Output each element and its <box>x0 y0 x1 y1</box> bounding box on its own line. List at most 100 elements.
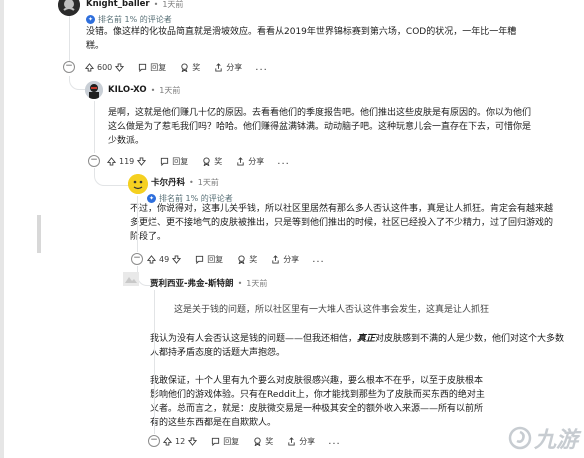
action-bar: 119 回复 奖 分享 ... <box>102 153 294 169</box>
separator: • <box>237 278 243 288</box>
award-button[interactable]: 奖 <box>175 59 205 75</box>
upvote-icon <box>147 254 156 264</box>
action-bar: 600 回复 奖 分享 ... <box>80 59 272 75</box>
avatar[interactable] <box>58 0 80 16</box>
upvote-icon <box>163 436 172 446</box>
comment-body: 不过，你说得对，这事儿关乎钱，所以社区里居然有那么多人否认这件事，真是让人抓狂。… <box>130 204 554 242</box>
separator: • <box>150 85 156 95</box>
collapse-button[interactable]: − <box>88 155 100 167</box>
action-bar: 49 回复 奖 分享 ... <box>142 251 329 267</box>
thread-line[interactable] <box>154 290 155 434</box>
reply-label: 回复 <box>207 254 224 264</box>
quoted-text: 这是关于钱的问题，所以社区里有一大堆人否认这件事会发生，这真是让人抓狂 <box>174 305 490 315</box>
separator: • <box>153 0 159 9</box>
comment-body-paragraph: 我认为没有人会否认这是钱的问题——但我还相信，真正对皮肤感到不满的人是少数，他们… <box>150 332 570 360</box>
left-gutter <box>0 0 4 458</box>
reply-label: 回复 <box>150 62 167 72</box>
vote-count: 600 <box>97 62 113 72</box>
share-icon <box>288 436 295 446</box>
site-watermark: 九游 <box>508 422 578 454</box>
thread-connector <box>94 168 130 186</box>
username[interactable]: Knight_baller <box>86 0 150 9</box>
avatar[interactable] <box>120 268 142 290</box>
award-icon <box>181 62 188 72</box>
share-icon <box>215 62 222 72</box>
upvote-button[interactable]: 600 <box>80 59 129 75</box>
vote-count: 12 <box>175 436 186 446</box>
award-label: 奖 <box>265 436 274 446</box>
watermark-logo-icon <box>508 426 532 450</box>
downvote-icon[interactable] <box>115 62 125 72</box>
comment-body-paragraph: 我敢保证，十个人里有九个要么对皮肤很感兴趣，要么根本不在乎，以至于皮肤根本影响他… <box>150 376 485 428</box>
avatar[interactable] <box>128 174 148 194</box>
paragraph-text: 我认为没有人会否认这是钱的问题——但我还相信， <box>150 334 358 344</box>
award-button[interactable]: 奖 <box>232 251 262 267</box>
reply-label: 回复 <box>172 156 189 166</box>
top-commenter-badge: ✦ 排名前 1% 的评论者 <box>86 13 576 25</box>
share-icon <box>272 254 279 264</box>
more-options-button[interactable]: ... <box>251 62 272 73</box>
downvote-icon[interactable] <box>172 254 182 264</box>
timestamp[interactable]: 1天前 <box>162 0 183 10</box>
timestamp[interactable]: 1天前 <box>198 177 219 188</box>
comment-icon <box>139 63 147 72</box>
more-options-button[interactable]: ... <box>324 436 345 447</box>
award-button[interactable]: 奖 <box>248 433 278 449</box>
username[interactable]: KILO-XO <box>108 85 147 95</box>
vote-count: 49 <box>159 254 170 264</box>
reply-button[interactable]: 回复 <box>206 433 244 449</box>
collapse-button[interactable]: − <box>63 61 75 73</box>
timestamp[interactable]: 1天前 <box>159 85 180 96</box>
award-label: 奖 <box>192 62 201 72</box>
upvote-button[interactable]: 119 <box>102 153 151 169</box>
award-icon <box>254 436 261 446</box>
badge-label: 排名前 1% 的评论者 <box>98 14 172 24</box>
action-bar: 12 回复 奖 分享 ... <box>158 433 345 449</box>
reply-label: 回复 <box>223 436 240 446</box>
downvote-icon[interactable] <box>188 436 198 446</box>
share-button[interactable]: 分享 <box>209 59 247 75</box>
watermark-text: 九游 <box>533 428 578 453</box>
upvote-icon <box>85 62 94 72</box>
award-button[interactable]: 奖 <box>197 153 227 169</box>
share-button[interactable]: 分享 <box>231 153 269 169</box>
thread-connector <box>69 76 85 90</box>
thread-line[interactable] <box>69 16 70 64</box>
award-label: 奖 <box>214 156 223 166</box>
thread-line[interactable] <box>94 101 95 153</box>
share-label: 分享 <box>283 254 300 264</box>
share-button[interactable]: 分享 <box>266 251 304 267</box>
upvote-button[interactable]: 12 <box>158 433 202 449</box>
comment-knight-baller: Knight_baller • 1天前 ✦ 排名前 1% 的评论者 <box>86 0 576 25</box>
award-icon <box>238 254 245 264</box>
separator: • <box>189 177 194 187</box>
comment-icon <box>196 255 204 264</box>
share-button[interactable]: 分享 <box>282 433 320 449</box>
reply-button[interactable]: 回复 <box>155 153 193 169</box>
more-options-button[interactable]: ... <box>308 254 329 265</box>
username[interactable]: 贾利西亚-弗金-斯特朗 <box>150 277 234 289</box>
award-label: 奖 <box>249 254 258 264</box>
comment-icon <box>212 437 220 446</box>
thread-line[interactable] <box>137 196 138 252</box>
comment-icon <box>161 157 169 166</box>
more-options-button[interactable]: ... <box>273 156 294 167</box>
upvote-button[interactable]: 49 <box>142 251 186 267</box>
comment-body: 没错。像这样的化妆品简直就是滑坡效应。看看从2019年世界锦标赛到第六场，COD… <box>86 27 517 51</box>
downvote-icon[interactable] <box>137 156 147 166</box>
badge-icon: ✦ <box>86 14 95 24</box>
share-label: 分享 <box>248 156 265 166</box>
reply-button[interactable]: 回复 <box>190 251 228 267</box>
comment-body: 是啊，这就是他们赚几十亿的原因。去看看他们的季度报告吧。他们推出这些皮肤是有原因… <box>108 108 532 146</box>
emphasis-text: 真正 <box>357 334 376 344</box>
avatar[interactable] <box>85 81 103 99</box>
share-label: 分享 <box>226 62 243 72</box>
username[interactable]: 卡尔丹科 <box>151 176 185 188</box>
comment-kilo-xo: KILO-XO • 1天前 <box>108 83 568 97</box>
upvote-icon <box>107 156 116 166</box>
comment-jalixiya: 贾利西亚-弗金-斯特朗 • 1天前 <box>150 276 570 290</box>
vote-count: 119 <box>119 156 135 166</box>
reply-button[interactable]: 回复 <box>133 59 171 75</box>
share-icon <box>237 156 244 166</box>
timestamp[interactable]: 1天前 <box>246 278 267 289</box>
